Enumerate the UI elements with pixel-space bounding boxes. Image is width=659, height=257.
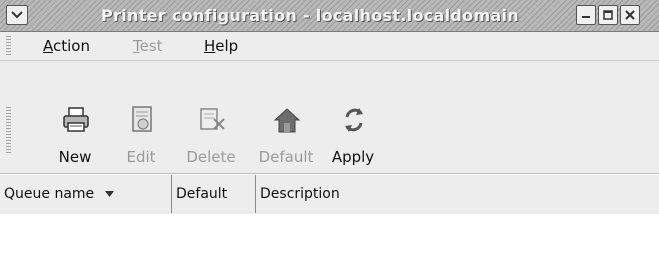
window-title: Printer configuration - localhost.locald…	[101, 6, 519, 25]
printer-config-window: Printer configuration - localhost.locald…	[0, 0, 659, 257]
maximize-button[interactable]	[598, 5, 618, 25]
column-header-default[interactable]: Default	[172, 175, 256, 213]
toolbar: New Edit Delete Default Apply	[0, 61, 659, 174]
minimize-button[interactable]	[576, 5, 596, 25]
apply-button[interactable]: Apply	[322, 101, 384, 171]
edit-icon	[132, 106, 152, 132]
column-header-label: Description	[260, 186, 340, 202]
apply-icon	[345, 108, 363, 132]
maximize-icon	[603, 10, 613, 20]
queue-table-header: Queue name Default Description	[0, 174, 659, 215]
menu-bar: Action Test Help	[0, 32, 659, 61]
column-header-label: Queue name	[4, 186, 95, 202]
menu-action[interactable]: Action	[43, 37, 90, 55]
printer-icon	[63, 107, 89, 132]
column-header-description[interactable]: Description	[256, 175, 659, 213]
menubar-grip-handle[interactable]	[6, 36, 11, 56]
column-header-label: Default	[176, 186, 228, 202]
delete-button[interactable]: Delete	[180, 101, 242, 171]
menu-help[interactable]: Help	[204, 37, 238, 55]
apply-button-label: Apply	[331, 148, 375, 166]
new-button[interactable]: New	[44, 101, 106, 171]
minimize-icon	[582, 16, 590, 18]
default-button[interactable]: Default	[255, 101, 317, 171]
queue-list[interactable]	[0, 214, 659, 257]
edit-button[interactable]: Edit	[110, 101, 172, 171]
sort-down-icon	[104, 191, 114, 197]
edit-button-label: Edit	[126, 148, 156, 166]
window-menu-button[interactable]	[6, 5, 28, 25]
title-bar[interactable]: Printer configuration - localhost.locald…	[0, 0, 659, 32]
delete-button-label: Delete	[186, 148, 236, 166]
close-icon	[625, 10, 635, 20]
close-button[interactable]	[620, 5, 640, 25]
home-icon	[273, 108, 301, 133]
chevron-down-icon	[11, 11, 23, 19]
delete-icon	[200, 108, 225, 130]
new-button-label: New	[58, 148, 92, 166]
column-header-queue-name[interactable]: Queue name	[0, 175, 172, 213]
toolbar-grip-handle[interactable]	[6, 107, 11, 153]
menu-test[interactable]: Test	[133, 37, 163, 55]
default-button-label: Default	[258, 148, 314, 166]
